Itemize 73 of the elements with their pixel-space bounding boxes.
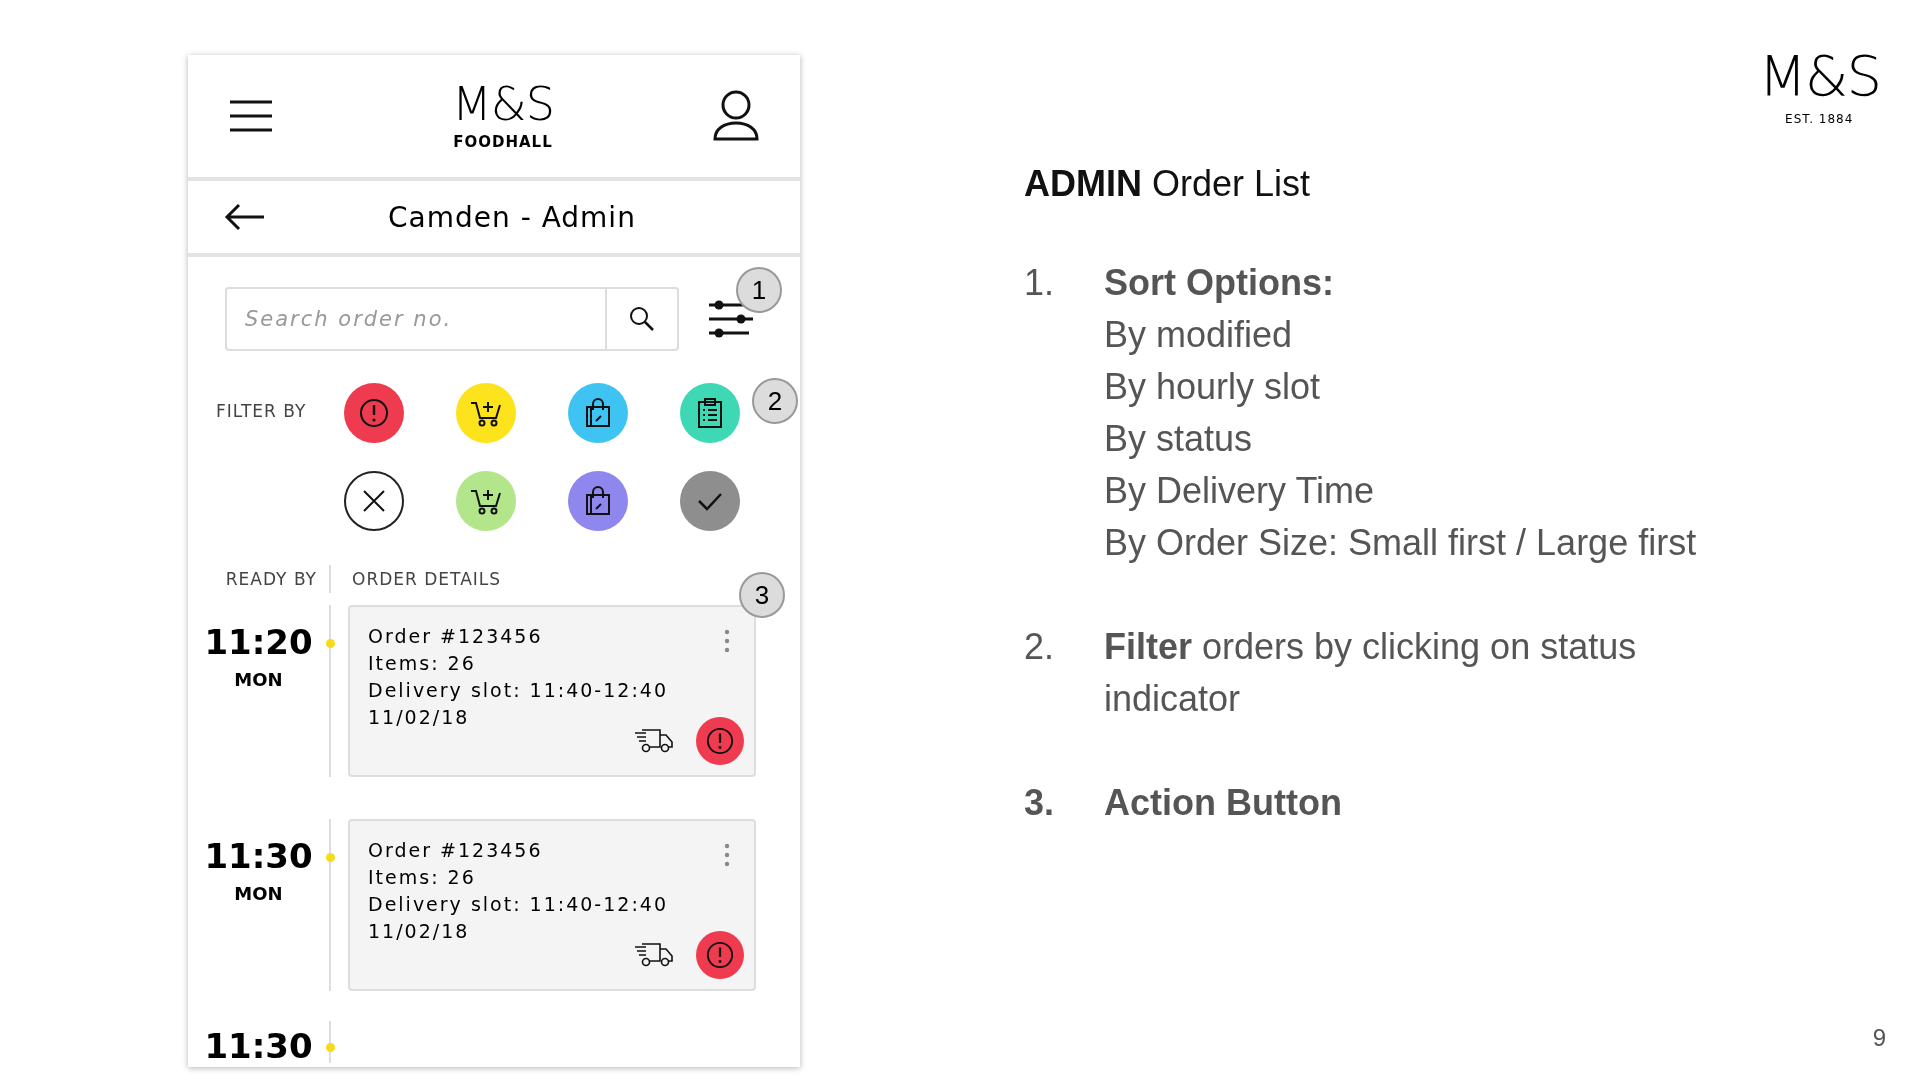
callout-number: 3 <box>739 572 785 618</box>
filter-label: FILTER BY <box>216 400 308 423</box>
order-detail: Delivery slot: 11:40-12:40 <box>368 892 668 917</box>
ready-time: 11:30 <box>204 1029 313 1063</box>
brand-logo: M&S <box>452 81 554 127</box>
note-text: By hourly slot <box>1104 365 1322 409</box>
note-text: Filter orders by clicking on status indicator <box>1104 625 1638 721</box>
note-text: By status <box>1104 417 1254 461</box>
timeline-dot <box>325 853 335 862</box>
alert-icon <box>706 941 734 969</box>
status-filter-button[interactable] <box>568 471 628 531</box>
order-detail: Order #123456 <box>368 624 543 649</box>
order-detail: 11/02/18 <box>368 919 470 944</box>
search-field[interactable]: Search order no. <box>227 289 605 349</box>
order-detail: Order #123456 <box>368 838 543 863</box>
cart-plus-icon <box>470 399 502 427</box>
note-text: By Order Size: Small first / Large first <box>1104 521 1698 565</box>
order-detail: Items: 26 <box>368 651 476 676</box>
note-text: Action Button <box>1104 781 1343 825</box>
back-arrow-icon[interactable] <box>224 202 266 232</box>
shopping-bag-icon <box>584 398 612 428</box>
clipboard-icon <box>697 397 723 429</box>
brand-logo: M&S <box>1758 48 1880 104</box>
shopping-bag-icon <box>584 486 612 516</box>
status-filter-button[interactable] <box>344 383 404 443</box>
status-filter-button[interactable] <box>680 383 740 443</box>
note-text: Sort Options: <box>1104 261 1335 305</box>
note-number: 1. <box>1024 261 1056 305</box>
ready-time: 11:20 <box>204 625 313 659</box>
timeline-dot <box>325 1043 335 1052</box>
status-filter-button[interactable] <box>456 383 516 443</box>
menu-icon[interactable] <box>228 99 274 133</box>
page-title: Camden - Admin <box>388 200 636 234</box>
note-number: 2. <box>1024 625 1056 669</box>
delivery-truck-icon <box>634 942 674 968</box>
column-heading: ORDER DETAILS <box>329 565 502 593</box>
status-filter-button[interactable] <box>568 383 628 443</box>
ready-time: 11:30 <box>204 839 313 873</box>
alert-icon <box>706 727 734 755</box>
search-icon <box>629 306 655 332</box>
more-options-icon[interactable] <box>724 629 730 653</box>
status-filter-button[interactable] <box>344 471 404 531</box>
note-text: By modified <box>1104 313 1294 357</box>
logo-subtitle: FOODHALL <box>453 133 553 151</box>
order-card[interactable]: Order #123456 Items: 26 Delivery slot: 11:40-12:40 11/02/18 <box>348 605 756 777</box>
status-filter-button[interactable] <box>680 471 740 531</box>
callout-number: 1 <box>736 267 782 313</box>
column-heading: READY BY <box>224 569 318 589</box>
ready-day: MON <box>234 883 283 904</box>
search-bar[interactable]: Search order no. <box>225 287 679 351</box>
timeline-dot <box>325 639 335 648</box>
sort-settings-icon[interactable] <box>707 299 753 339</box>
status-filter-button[interactable] <box>456 471 516 531</box>
order-card[interactable]: Order #123456 Items: 26 Delivery slot: 11:40-12:40 11/02/18 <box>348 819 756 991</box>
close-icon <box>362 489 386 513</box>
more-options-icon[interactable] <box>724 843 730 867</box>
order-detail: Delivery slot: 11:40-12:40 <box>368 678 668 703</box>
delivery-truck-icon <box>634 728 674 754</box>
ready-day: MON <box>234 669 283 690</box>
note-number: 3. <box>1024 781 1056 825</box>
check-icon <box>697 491 723 511</box>
page-number: 9 <box>1872 1024 1886 1052</box>
action-button[interactable] <box>696 931 744 979</box>
alert-icon <box>359 398 389 428</box>
logo-subtitle: EST. 1884 <box>1785 112 1854 126</box>
callout-number: 2 <box>752 378 798 424</box>
note-text: By Delivery Time <box>1104 469 1376 513</box>
slide-title: ADMIN Order List <box>1024 163 1312 205</box>
user-icon[interactable] <box>712 89 760 143</box>
order-detail: Items: 26 <box>368 865 476 890</box>
cart-plus-icon <box>470 487 502 515</box>
order-detail: 11/02/18 <box>368 705 470 730</box>
action-button[interactable] <box>696 717 744 765</box>
